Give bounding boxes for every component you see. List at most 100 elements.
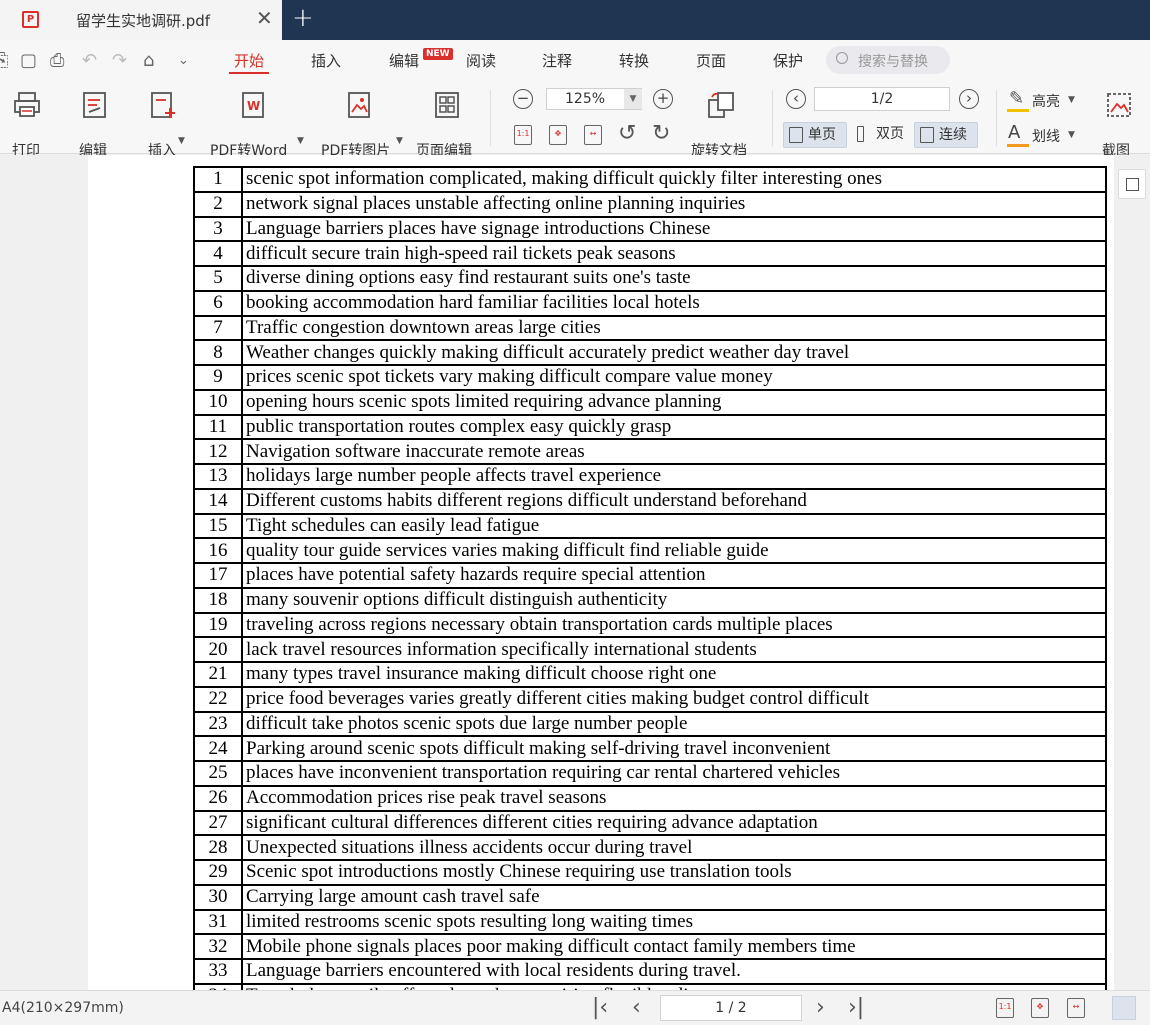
redo-icon[interactable]: ↷	[112, 50, 127, 71]
table-row: 6 booking accommodation hard familiar fac…	[193, 289, 1107, 317]
row-number: 28	[193, 834, 243, 861]
menu-edit[interactable]: 编辑	[389, 50, 419, 71]
row-text: many types travel insurance making diffi…	[241, 661, 1107, 688]
rotate-document-icon	[708, 92, 734, 118]
pdf-to-image-dropdown-icon[interactable]: ▼	[396, 136, 403, 146]
row-number: 13	[193, 463, 243, 490]
actual-size-icon[interactable]: 1:1	[514, 125, 532, 145]
status-page-indicator[interactable]: 1 / 2	[660, 995, 802, 1021]
table-row: 3 Language barriers places have signage i…	[193, 215, 1107, 243]
row-number: 10	[193, 388, 243, 416]
row-text: Language barriers encountered with local…	[241, 958, 1107, 985]
rotate-right-icon[interactable]: ↻	[652, 121, 670, 146]
highlight-dropdown-icon[interactable]: ▼	[1068, 95, 1075, 105]
row-number: 1	[193, 166, 243, 193]
prev-page-icon[interactable]: ‹	[632, 995, 641, 1020]
highlight-color-bar	[1007, 109, 1029, 112]
table-row: 4 difficult secure train high-speed rail …	[193, 240, 1107, 267]
fit-width-icon[interactable]: ↔	[584, 125, 602, 145]
side-panel-button[interactable]	[1118, 169, 1146, 199]
insert-dropdown-icon[interactable]: ▼	[178, 136, 185, 146]
fit-page-icon[interactable]: ✥	[549, 125, 567, 145]
table-row: 33 Language barriers encountered with loc…	[193, 958, 1107, 985]
row-text: price food beverages varies greatly diff…	[241, 685, 1107, 713]
double-page-icon	[857, 126, 864, 142]
menu-read[interactable]: 阅读	[466, 50, 496, 71]
table-row: 21 many types travel insurance making dif…	[193, 661, 1107, 688]
previous-page-icon[interactable]: ‹	[786, 89, 806, 109]
row-number: 22	[193, 685, 243, 713]
customize-chevron-icon[interactable]: ⌄	[178, 53, 189, 68]
continuous-view-status-icon[interactable]	[1112, 996, 1136, 1020]
menu-protect[interactable]: 保护	[773, 50, 803, 71]
fit-width-status-icon[interactable]: ↔	[1067, 998, 1085, 1018]
print-quick-icon[interactable]: ⎙	[50, 50, 64, 71]
row-number: 23	[193, 710, 243, 738]
underline-button[interactable]: A 划线 ▼	[1007, 122, 1079, 148]
menu-start[interactable]: 开始	[234, 50, 264, 71]
pdf-to-word-dropdown-icon[interactable]: ▼	[297, 136, 304, 146]
menu-convert[interactable]: 转换	[619, 50, 649, 71]
edit-doc-icon	[83, 92, 106, 118]
single-page-label: 单页	[808, 127, 836, 143]
continuous-button[interactable]: 连续	[914, 122, 978, 148]
double-page-button[interactable]: 双页	[852, 122, 912, 148]
home-icon[interactable]: ⌂	[143, 50, 154, 71]
pdf-to-image-button[interactable]: PDF转图片	[321, 90, 390, 159]
edit-button[interactable]: 编辑	[78, 90, 112, 159]
row-text: prices scenic spot tickets vary making d…	[241, 364, 1107, 391]
row-number: 7	[193, 314, 243, 342]
row-number: 27	[193, 809, 243, 837]
document-tab[interactable]: P 留学生实地调研.pdf ✕	[0, 0, 282, 40]
zoom-select[interactable]: 125% ▼	[546, 88, 642, 110]
table-row: 12 Navigation software inaccurate remote …	[193, 438, 1107, 465]
chevron-down-icon[interactable]: ▼	[624, 89, 642, 109]
plus-icon[interactable]: +	[292, 3, 314, 33]
screenshot-button[interactable]: 截图	[1102, 90, 1136, 159]
highlight-label: 高亮	[1032, 94, 1060, 110]
last-page-icon[interactable]: ›|	[848, 995, 864, 1020]
row-text: traveling across regions necessary obtai…	[241, 611, 1107, 639]
first-page-icon[interactable]: |‹	[592, 995, 608, 1020]
underline-dropdown-icon[interactable]: ▼	[1068, 130, 1075, 140]
table-row: 5 diverse dining options easy find restau…	[193, 265, 1107, 292]
zoom-in-icon[interactable]: +	[653, 89, 673, 109]
table-row: 18 many souvenir options difficult distin…	[193, 586, 1107, 614]
print-button[interactable]: 打印	[10, 90, 44, 159]
row-text: diverse dining options easy find restaur…	[241, 265, 1107, 292]
pdf-to-word-button[interactable]: W PDF转Word	[210, 90, 287, 159]
underline-text-icon: A	[1008, 122, 1021, 143]
row-text: Mobile phone signals places poor making …	[241, 933, 1107, 960]
fit-page-status-icon[interactable]: ✥	[1031, 998, 1049, 1018]
page-edit-button[interactable]: 页面编辑	[416, 90, 472, 159]
next-page-icon[interactable]: ›	[959, 89, 979, 109]
search-box[interactable]: 搜索与替换	[826, 46, 950, 74]
table-row: 30 Carrying large amount cash travel safe	[193, 883, 1107, 911]
highlight-button[interactable]: ✎ 高亮 ▼	[1007, 88, 1079, 112]
menu-bar: ⎘ ▢ ⎙ ↶ ↷ ⌂ ⌄	[0, 40, 1150, 80]
menu-page[interactable]: 页面	[696, 50, 726, 71]
table-row: 11 public transportation routes complex e…	[193, 413, 1107, 441]
row-number: 19	[193, 611, 243, 639]
close-icon[interactable]: ✕	[256, 6, 273, 30]
single-page-icon	[789, 127, 803, 143]
single-page-button[interactable]: 单页	[783, 122, 847, 148]
rotate-left-icon[interactable]: ↺	[618, 121, 636, 146]
menu-annotate[interactable]: 注释	[542, 50, 572, 71]
zoom-out-icon[interactable]: −	[513, 89, 533, 109]
page-number-input[interactable]: 1/2	[814, 87, 950, 111]
row-text: scenic spot information complicated, mak…	[241, 166, 1107, 193]
double-page-label: 双页	[876, 126, 904, 142]
insert-button[interactable]: 插入	[146, 90, 180, 159]
open-file-icon[interactable]: ⎘	[0, 50, 8, 71]
menu-insert[interactable]: 插入	[311, 50, 341, 71]
next-page-status-icon[interactable]: ›	[816, 995, 825, 1020]
actual-size-status-icon[interactable]: 1:1	[996, 998, 1014, 1018]
rotate-document-button[interactable]: 旋转文档	[691, 90, 747, 159]
table-body: 1 scenic spot information complicated, ma…	[193, 166, 1107, 990]
save-icon[interactable]: ▢	[20, 50, 37, 71]
undo-icon[interactable]: ↶	[82, 50, 97, 71]
table-row: 7 Traffic congestion downtown areas large…	[193, 314, 1107, 342]
row-text: Accommodation prices rise peak travel se…	[241, 784, 1107, 812]
row-number: 12	[193, 438, 243, 465]
